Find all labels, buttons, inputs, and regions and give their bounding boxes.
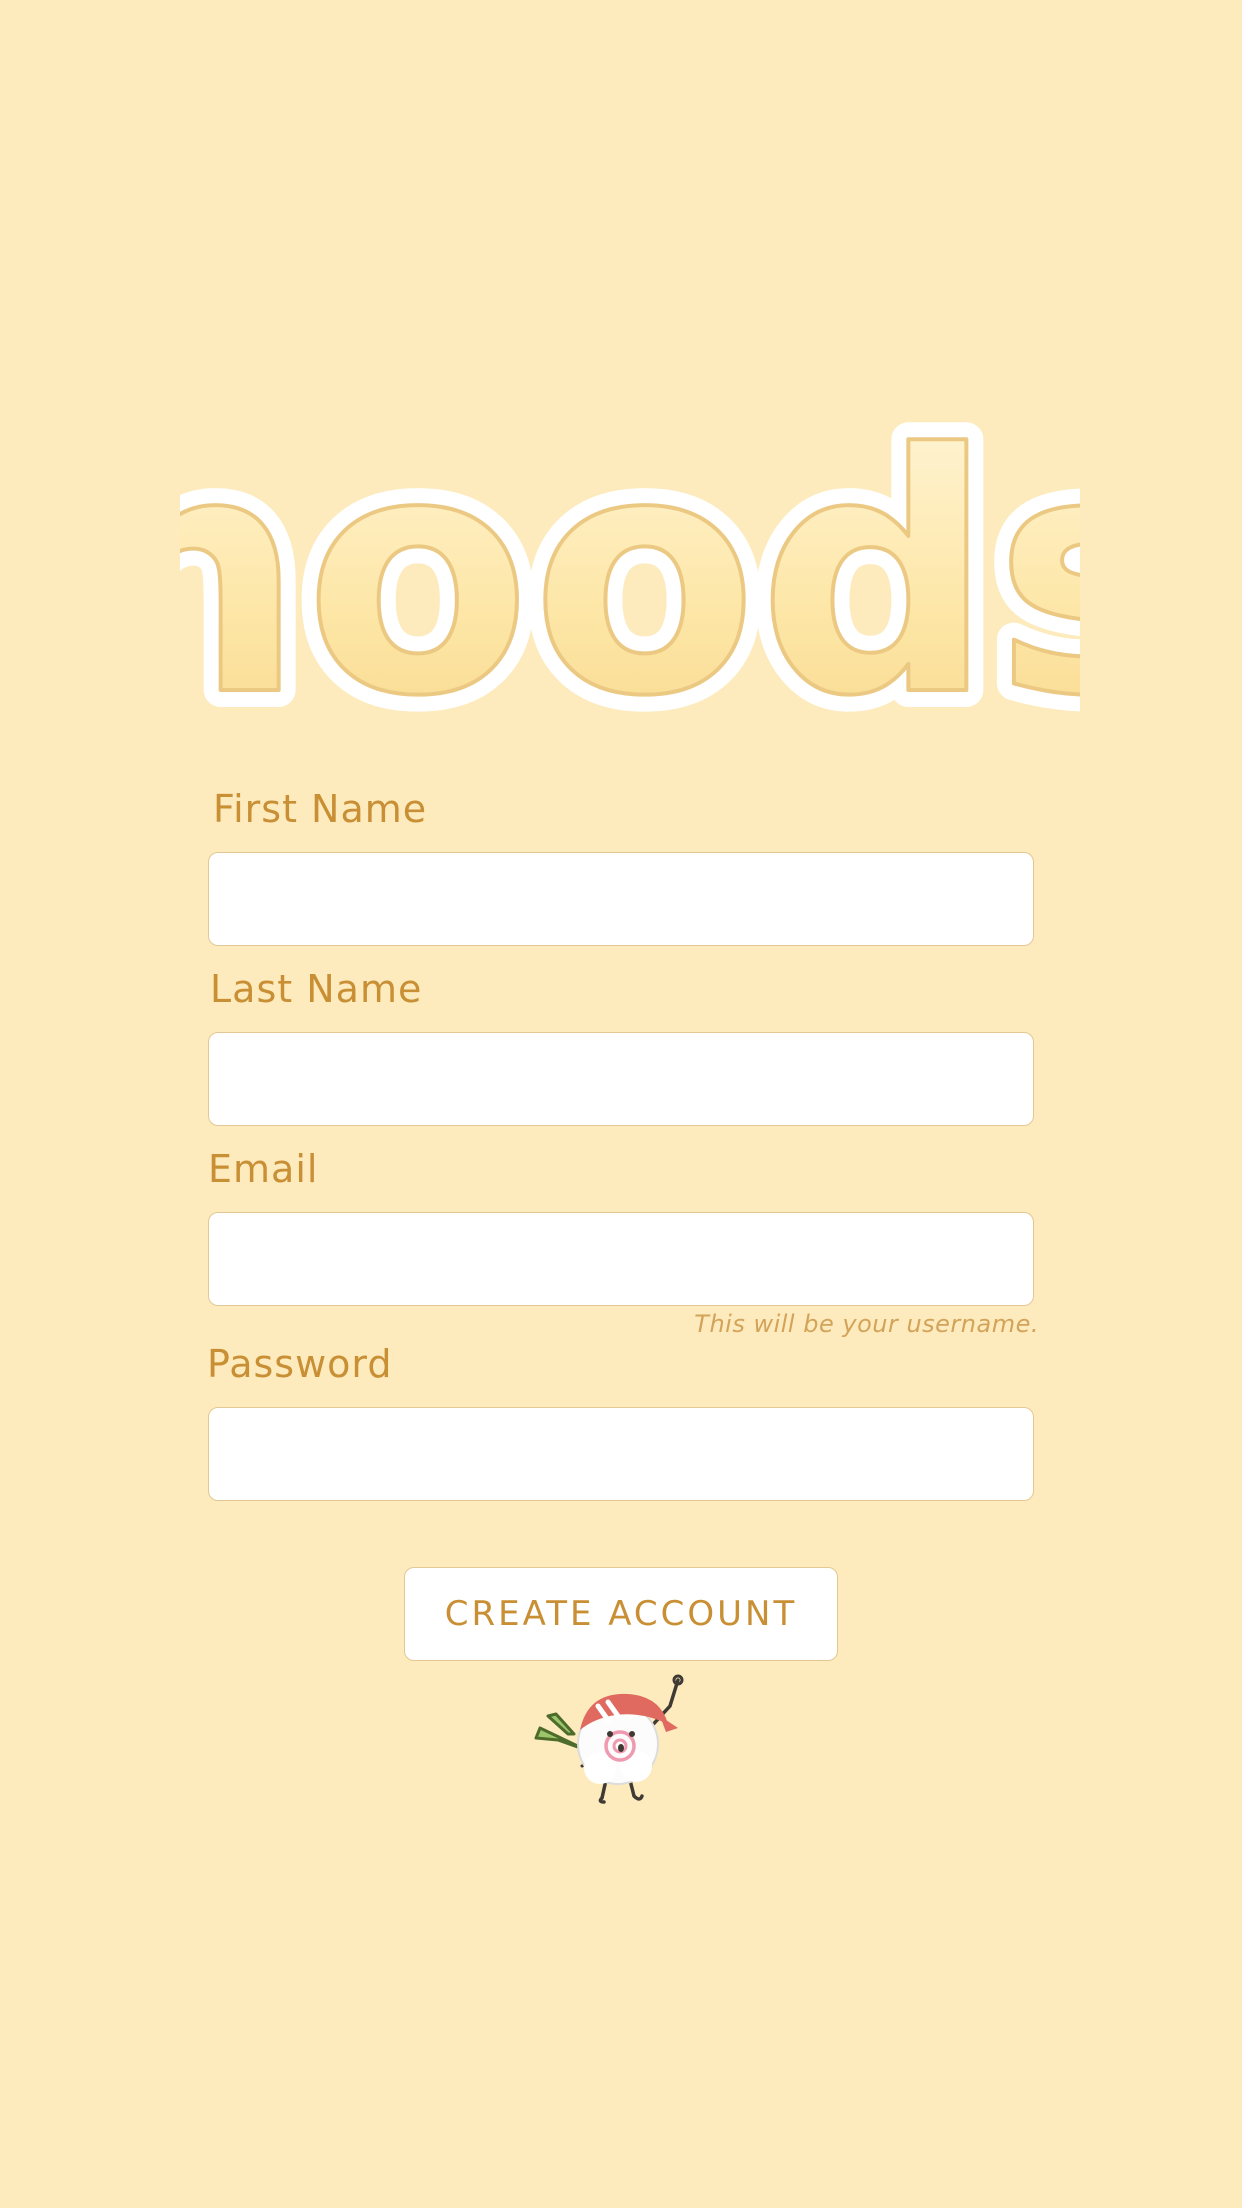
- create-account-button[interactable]: CREATE ACCOUNT: [404, 1567, 838, 1661]
- last-name-input[interactable]: [208, 1032, 1034, 1126]
- password-label: Password: [207, 1342, 393, 1386]
- logo-wordmark: noods: [180, 400, 1080, 740]
- noods-logo: noods noods: [180, 400, 1080, 740]
- email-helper-text: This will be your username.: [694, 1310, 1039, 1338]
- email-input[interactable]: [208, 1212, 1034, 1306]
- password-input[interactable]: [208, 1407, 1034, 1501]
- first-name-input[interactable]: [208, 852, 1034, 946]
- first-name-label: First Name: [213, 787, 428, 831]
- email-label: Email: [208, 1147, 319, 1191]
- noodle-mascot-icon: [534, 1674, 684, 1804]
- last-name-label: Last Name: [210, 967, 423, 1011]
